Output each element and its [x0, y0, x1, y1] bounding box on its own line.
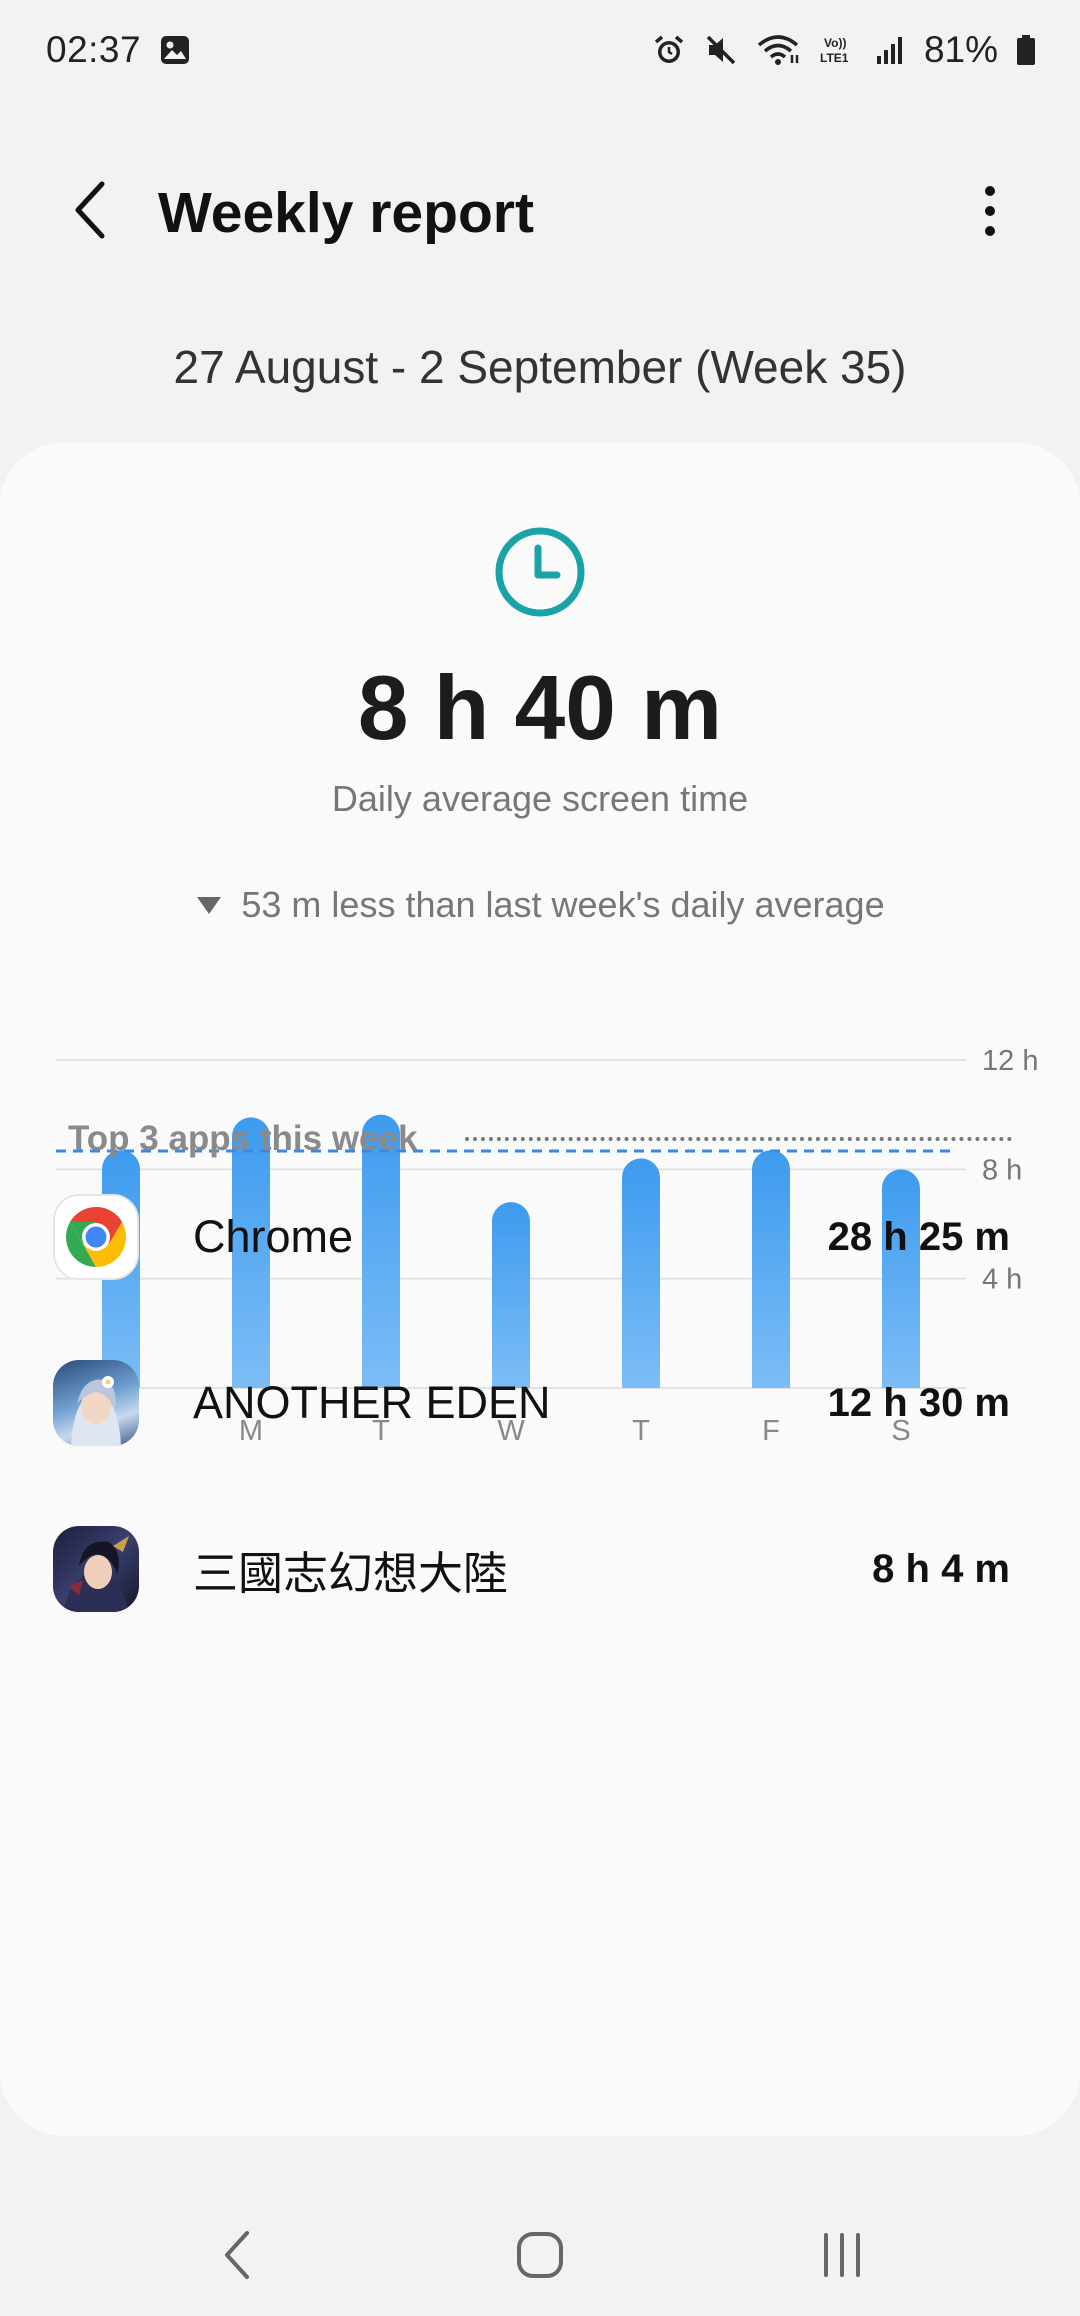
status-left: 02:37	[46, 29, 191, 71]
more-options-button[interactable]	[955, 176, 1025, 246]
comparison-row: 53 m less than last week's daily average	[0, 884, 1080, 926]
app-row-chrome[interactable]: Chrome 28 h 25 m	[0, 1162, 1080, 1312]
app-time: 8 h 4 m	[872, 1546, 1010, 1591]
volte-icon: Vo)) LTE1	[818, 33, 858, 67]
app-row-sangokushi[interactable]: 三國志幻想大陸 8 h 4 m	[0, 1494, 1080, 1644]
week-range: 27 August - 2 September (Week 35)	[173, 341, 907, 393]
gallery-icon	[159, 34, 191, 66]
app-time: 28 h 25 m	[827, 1214, 1010, 1259]
report-card: 8 h 40 m Daily average screen time 53 m …	[0, 442, 1080, 2136]
svg-text:LTE1: LTE1	[820, 51, 849, 65]
screen: 02:37 Vo)) LTE1 81% Weekly report 27 Aug…	[0, 0, 1080, 2316]
status-time: 02:37	[46, 29, 142, 70]
wifi-icon	[756, 33, 800, 67]
alarm-icon	[652, 33, 686, 67]
status-bar: 02:37 Vo)) LTE1 81%	[0, 0, 1080, 100]
app-time: 12 h 30 m	[827, 1380, 1010, 1425]
y-tick-label: 12 h	[982, 1045, 1038, 1077]
app-name: Chrome	[193, 1211, 354, 1262]
nav-home-button[interactable]	[495, 2220, 585, 2290]
navigation-bar	[0, 2190, 1080, 2316]
nav-recents-button[interactable]	[797, 2220, 887, 2290]
battery-icon	[1016, 34, 1036, 66]
daily-average-value: 8 h 40 m	[357, 658, 723, 759]
page-title: Weekly report	[158, 181, 534, 245]
nav-home-icon	[517, 2232, 563, 2278]
back-arrow-icon	[75, 181, 105, 239]
top-apps-header: Top 3 apps this week	[68, 1114, 1012, 1164]
battery-percent: 81%	[923, 29, 998, 70]
down-arrow-icon	[197, 897, 222, 914]
nav-back-button[interactable]	[192, 2220, 282, 2290]
nav-back-icon	[225, 2231, 249, 2279]
mute-icon	[704, 33, 738, 67]
svg-text:Vo)): Vo))	[824, 36, 846, 50]
app-name: 三國志幻想大陸	[193, 1547, 509, 1599]
signal-icon	[876, 34, 906, 66]
chrome-icon	[53, 1194, 139, 1280]
app-bar: Weekly report	[0, 150, 1080, 270]
app-row-another-eden[interactable]: ANOTHER EDEN 12 h 30 m	[0, 1328, 1080, 1478]
daily-average-label: Daily average screen time	[331, 778, 749, 819]
back-button[interactable]	[50, 178, 130, 242]
another-eden-icon	[53, 1360, 139, 1446]
more-vertical-icon	[985, 186, 995, 236]
comparison-text: 53 m less than last week's daily average	[241, 884, 885, 925]
top-apps-title: Top 3 apps this week	[68, 1119, 418, 1158]
divider	[465, 1137, 1012, 1141]
app-name: ANOTHER EDEN	[193, 1377, 551, 1428]
status-right: Vo)) LTE1 81%	[652, 29, 1036, 71]
sangokushi-icon	[53, 1526, 139, 1612]
clock-icon	[495, 527, 585, 617]
nav-recents-icon	[824, 2233, 860, 2277]
